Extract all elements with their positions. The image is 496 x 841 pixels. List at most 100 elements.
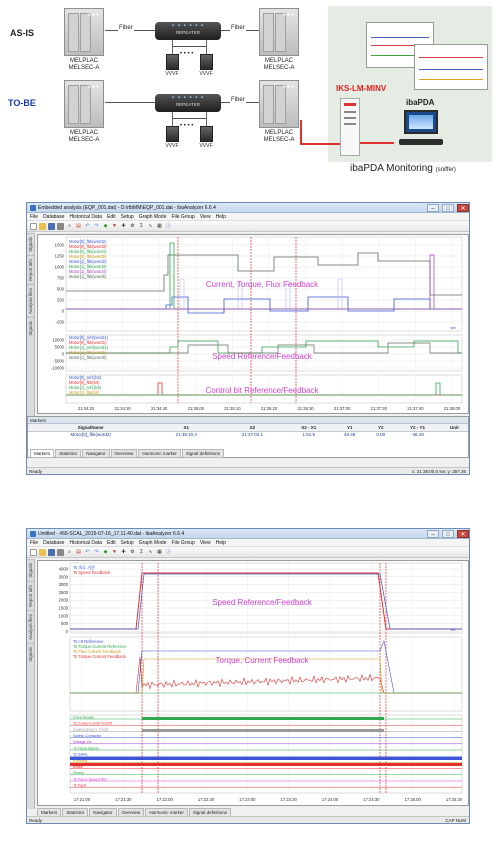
sigma-icon[interactable]: Σ <box>138 549 145 556</box>
melplac-cabinet-right-tobe: ●●● <box>259 80 299 128</box>
side-tab-report-info[interactable]: Report info <box>27 580 34 610</box>
menu-help[interactable]: Help <box>216 540 226 546</box>
settings-icon[interactable]: ⚙ <box>129 223 136 230</box>
fft-icon[interactable]: ∿ <box>147 549 154 556</box>
y-tick-label: 1500 <box>59 606 69 611</box>
unit-label: sec <box>451 628 457 632</box>
side-tab-signals-2[interactable]: Signals <box>27 642 34 665</box>
menu-setup[interactable]: Setup <box>121 214 134 220</box>
tab-overview[interactable]: Overview <box>110 449 138 458</box>
pc-monitor-icon <box>404 110 438 134</box>
menu-view[interactable]: View <box>200 214 211 220</box>
ellipsis: • • • • <box>180 123 194 129</box>
x-tick-label: 21:35:00 <box>188 406 205 411</box>
x-tick-label: 17:23:30 <box>281 797 298 802</box>
graph-area[interactable]: 4000 3500 3000 2500 2000 1500 1000 500 0 17:21:00… <box>37 560 469 806</box>
grid-icon[interactable]: ▦ <box>156 549 163 556</box>
maximize-button[interactable]: □ <box>442 529 454 538</box>
x-tick-label: 17:25:30 <box>446 797 463 802</box>
maximize-button[interactable]: □ <box>442 203 454 212</box>
tab-navigator[interactable]: Navigator <box>82 449 110 458</box>
menu-file-group[interactable]: File Group <box>171 214 194 220</box>
zoom-icon[interactable]: ⌕ <box>66 223 73 230</box>
unit-label: sec <box>451 326 457 330</box>
side-tab-signals-2[interactable]: Signals <box>27 316 34 339</box>
fft-icon[interactable]: ∿ <box>147 223 154 230</box>
y-tick-label: 3500 <box>59 574 69 579</box>
cursor-icon[interactable]: ✚ <box>120 223 127 230</box>
marker-icon[interactable]: ▼ <box>111 549 118 556</box>
close-button[interactable]: ✕ <box>457 203 469 212</box>
plot-panel <box>69 714 463 794</box>
window-title: Untitled - #66-SCAL_2015-07-16_17.11.40.… <box>38 530 185 537</box>
undo-icon[interactable]: ↶ <box>84 549 91 556</box>
digital-label: Ts Current Limit On/Off <box>73 722 113 726</box>
settings-icon[interactable]: ⚙ <box>129 549 136 556</box>
minimize-button[interactable]: – <box>427 529 439 538</box>
tab-harmonic-marker[interactable]: Harmonic marker <box>138 449 181 458</box>
melplac-cabinet-left-asis: ●●● <box>64 8 104 56</box>
melplac-cabinet-left-tobe: ●●● <box>64 80 104 128</box>
vvvf-label: VVVF <box>165 143 179 149</box>
undo-icon[interactable]: ↶ <box>84 223 91 230</box>
chart-icon[interactable]: ▤ <box>75 223 82 230</box>
side-tab-analysis-files[interactable]: Analysis files <box>27 609 34 643</box>
cell-y2: 0.00 <box>376 432 386 438</box>
grid-icon[interactable]: ▦ <box>156 223 163 230</box>
tab-statistics[interactable]: Statistics <box>55 449 82 458</box>
save-icon[interactable] <box>48 548 55 556</box>
cursor-icon[interactable]: ✚ <box>120 549 127 556</box>
menu-file-group[interactable]: File Group <box>171 540 194 546</box>
menu-help[interactable]: Help <box>216 214 226 220</box>
new-file-icon[interactable] <box>30 548 37 556</box>
annotation-text: Control bit Reference/Feedback <box>206 386 320 395</box>
menu-graph-mode[interactable]: Graph Mode <box>139 540 167 546</box>
x-tick-label: 21:35:20 <box>261 406 278 411</box>
zoom-icon[interactable]: ⌕ <box>66 549 73 556</box>
menu-edit[interactable]: Edit <box>107 214 116 220</box>
redo-icon[interactable]: ↷ <box>93 549 100 556</box>
menu-setup[interactable]: Setup <box>121 540 134 546</box>
tab-signal-definitions[interactable]: Signal definitions <box>181 449 224 458</box>
menu-file[interactable]: File <box>30 540 38 546</box>
filter-icon[interactable]: ◆ <box>102 223 109 230</box>
print-icon[interactable] <box>57 548 64 556</box>
sigma-icon[interactable]: Σ <box>138 223 145 230</box>
y-tick-label: 1250 <box>55 254 65 259</box>
menu-bar: File Database Historical Data Edit Setup… <box>27 213 469 221</box>
new-file-icon[interactable] <box>30 222 37 230</box>
save-icon[interactable] <box>48 222 55 230</box>
menu-historical-data[interactable]: Historical Data <box>69 540 102 546</box>
y-tick-label: 500 <box>61 621 69 626</box>
side-tab-report-info[interactable]: Report info <box>27 254 34 284</box>
menu-edit[interactable]: Edit <box>107 540 116 546</box>
menu-graph-mode[interactable]: Graph Mode <box>139 214 167 220</box>
redo-icon[interactable]: ↷ <box>93 223 100 230</box>
minimize-button[interactable]: – <box>427 203 439 212</box>
side-tab-signals[interactable]: Signals <box>27 233 34 255</box>
tap-line <box>300 120 302 144</box>
side-tab-analysis-files[interactable]: Analysis files <box>27 283 34 317</box>
filter-icon[interactable]: ◆ <box>102 549 109 556</box>
digital-bar <box>142 729 384 732</box>
open-folder-icon[interactable] <box>39 548 46 556</box>
chart-icon[interactable]: ▤ <box>75 549 82 556</box>
print-icon[interactable] <box>57 222 64 230</box>
menu-file[interactable]: File <box>30 214 38 220</box>
tobe-label: TO-BE <box>8 98 36 108</box>
open-folder-icon[interactable] <box>39 222 46 230</box>
table-row[interactable]: Motor[0]_fbk(word2) 21:35:10.4 21:37:02.… <box>28 431 468 438</box>
fiber-label: Fiber <box>118 25 134 31</box>
info-icon[interactable]: ⓘ <box>165 549 172 556</box>
menu-historical-data[interactable]: Historical Data <box>69 214 102 220</box>
graph-area[interactable]: 1500 1250 1000 750 500 250 0 -250 10000 5000 0 -500… <box>37 234 469 414</box>
menu-database[interactable]: Database <box>43 214 64 220</box>
info-icon[interactable]: ⓘ <box>165 223 172 230</box>
y-tick-label: 1500 <box>55 243 65 248</box>
marker-icon[interactable]: ▼ <box>111 223 118 230</box>
menu-database[interactable]: Database <box>43 540 64 546</box>
menu-view[interactable]: View <box>200 540 211 546</box>
close-button[interactable]: ✕ <box>457 529 469 538</box>
tab-markers[interactable]: Markers <box>30 449 55 458</box>
side-tab-signals[interactable]: Signals <box>27 559 34 581</box>
